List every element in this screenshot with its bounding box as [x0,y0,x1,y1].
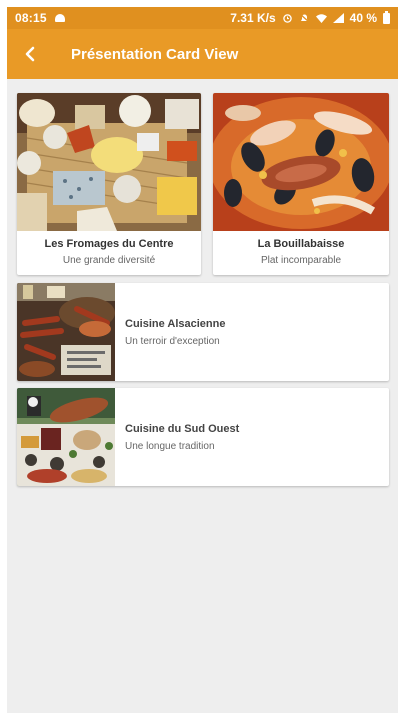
card-subtitle: Une grande diversité [62,255,156,266]
card-fromages[interactable]: Les Fromages du Centre Une grande divers… [17,93,201,275]
status-right: 7.31 K/s 40 % [230,10,390,25]
wifi-icon [315,13,327,23]
battery-icon [383,10,390,24]
arrow-back-icon [25,46,35,62]
notification-icon [54,14,65,22]
card-subtitle: Une longue tradition [125,441,215,452]
card-sud-ouest[interactable]: Cuisine du Sud Ouest Une longue traditio… [17,388,389,486]
alarm-icon [282,13,293,23]
mute-icon [299,13,310,23]
card-subtitle: Plat incomparable [260,255,342,266]
network-speed: 7.31 K/s [230,11,276,25]
seafood-stew-image [213,93,389,231]
app-bar: Présentation Card View [7,29,398,79]
page-title: Présentation Card View [71,45,239,63]
cheese-platter-image [17,93,201,231]
card-bouillabaisse[interactable]: La Bouillabaisse Plat incomparable [213,93,389,275]
status-time: 08:15 [15,11,47,25]
card-title: Les Fromages du Centre [44,238,174,250]
status-bar: 08:15 7.31 K/s 40 % [7,7,398,29]
card-title: Cuisine Alsacienne [125,318,226,330]
battery-level: 40 % [349,11,377,25]
signal-icon [332,13,344,23]
card-title: Cuisine du Sud Ouest [125,423,240,435]
card-alsacienne[interactable]: Cuisine Alsacienne Un terroir d'exceptio… [17,283,389,381]
back-button[interactable] [7,29,55,79]
sausages-platter-image [17,283,115,381]
card-subtitle: Un terroir d'exception [125,336,220,347]
phone-screen: 08:15 7.31 K/s 40 % Présentation Card Vi… [7,7,398,713]
card-title: La Bouillabaisse [257,238,345,250]
southwest-table-image [17,388,115,486]
